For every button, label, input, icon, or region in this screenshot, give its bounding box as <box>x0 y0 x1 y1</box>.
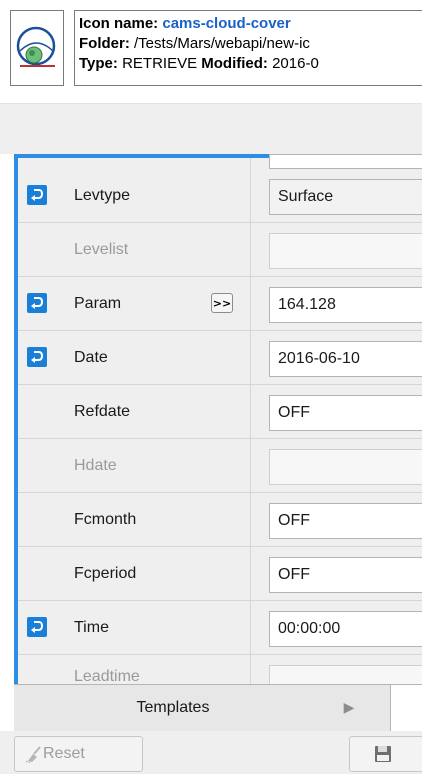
param-row-date: Date 2016-06-10 <box>18 331 422 385</box>
parameter-editor: Levtype Surface Levelist Param >> 164.128 Date… <box>14 154 422 684</box>
param-label-cell: Fcmonth <box>18 493 251 546</box>
folder-label: Folder: <box>79 35 130 52</box>
folder-value: /Tests/Mars/webapi/new-ic <box>134 35 310 52</box>
param-label-cell: Levelist <box>18 223 251 276</box>
type-label: Type: <box>79 55 118 72</box>
param-value-param[interactable]: 164.128 <box>269 287 422 323</box>
mars-retrieve-icon <box>16 26 56 67</box>
save-button[interactable] <box>349 736 422 772</box>
param-label-cell: Fcperiod <box>18 547 251 600</box>
param-label: Levelist <box>74 241 129 258</box>
floppy-disk-icon <box>374 745 392 767</box>
templates-label[interactable]: Templates <box>14 685 388 731</box>
param-label: Fcperiod <box>74 565 137 582</box>
param-row-refdate: Refdate OFF <box>18 385 422 439</box>
param-value-cell <box>251 223 422 276</box>
reset-param-icon[interactable] <box>27 185 47 205</box>
bottom-toolbar: Reset <box>0 731 422 774</box>
param-label: Levtype <box>74 187 131 204</box>
param-value-cell: 164.128 <box>251 277 422 330</box>
reset-param-icon[interactable] <box>27 293 47 313</box>
param-row-cut <box>18 154 422 169</box>
param-row-hdate: Hdate <box>18 439 422 493</box>
type-value: RETRIEVE <box>122 55 198 72</box>
param-row-fcmonth: Fcmonth OFF <box>18 493 422 547</box>
icon-name-label: Icon name: <box>79 15 159 32</box>
param-value-refdate[interactable]: OFF <box>269 395 422 431</box>
templates-side-panel <box>390 685 422 731</box>
icon-name-value: cams-cloud-cover <box>162 15 291 32</box>
param-label: Leadtime <box>74 668 140 684</box>
param-value-cell: 2016-06-10 <box>251 331 422 384</box>
param-row-fcperiod: Fcperiod OFF <box>18 547 422 601</box>
param-value-fcmonth[interactable]: OFF <box>269 503 422 539</box>
param-value-cell: OFF <box>251 547 422 600</box>
param-label: Fcmonth <box>74 511 137 528</box>
param-label: Param <box>74 295 122 312</box>
type-line: Type: RETRIEVE Modified: 2016-0 <box>79 54 422 74</box>
icon-preview <box>10 10 64 86</box>
icon-name-line: Icon name: cams-cloud-cover <box>79 14 422 34</box>
param-label-cell: Leadtime <box>18 655 251 684</box>
expand-param-button[interactable]: >> <box>211 293 233 313</box>
reset-param-icon[interactable] <box>27 347 47 367</box>
param-row-levelist: Levelist <box>18 223 422 277</box>
templates-bar[interactable]: Templates ▶ <box>14 684 422 731</box>
reset-button[interactable]: Reset <box>14 736 143 772</box>
param-label-cell: Time <box>18 601 251 654</box>
param-value-date[interactable]: 2016-06-10 <box>269 341 422 377</box>
folder-line: Folder: /Tests/Mars/webapi/new-ic <box>79 34 422 54</box>
param-value-cell: OFF <box>251 385 422 438</box>
param-value-leadtime <box>269 665 422 684</box>
param-value-time[interactable]: 00:00:00 <box>269 611 422 647</box>
param-row-time: Time 00:00:00 <box>18 601 422 655</box>
param-label: Hdate <box>74 457 117 474</box>
panel-spacer <box>0 104 422 154</box>
param-label-cell: Refdate <box>18 385 251 438</box>
param-value-cell <box>251 439 422 492</box>
param-label-cell: Hdate <box>18 439 251 492</box>
modified-value: 2016-0 <box>272 55 319 72</box>
templates-arrow-icon[interactable]: ▶ <box>334 685 364 731</box>
param-value-levtype[interactable]: Surface <box>269 179 422 215</box>
param-value-cell <box>251 655 422 684</box>
param-row-levtype: Levtype Surface <box>18 169 422 223</box>
param-value-cell: Surface <box>251 169 422 222</box>
icon-info-panel: Icon name: cams-cloud-cover Folder: /Tes… <box>0 0 422 104</box>
reset-param-icon[interactable] <box>27 617 47 637</box>
param-label-cell: Param >> <box>18 277 251 330</box>
param-value-cell <box>251 154 422 169</box>
param-label: Date <box>74 349 108 366</box>
icon-info-text: Icon name: cams-cloud-cover Folder: /Tes… <box>74 10 422 86</box>
reset-label: Reset <box>43 745 85 762</box>
broom-icon <box>25 745 43 768</box>
param-value-fcperiod[interactable]: OFF <box>269 557 422 593</box>
param-label: Time <box>74 619 109 636</box>
param-value-cell: 00:00:00 <box>251 601 422 654</box>
param-label-cell <box>18 158 251 169</box>
param-row-param: Param >> 164.128 <box>18 277 422 331</box>
param-value-cut[interactable] <box>269 154 422 169</box>
param-value-hdate <box>269 449 422 485</box>
param-label-cell: Date <box>18 331 251 384</box>
parameter-rows: Levtype Surface Levelist Param >> 164.128 Date… <box>18 154 422 684</box>
param-row-leadtime: Leadtime <box>18 655 422 684</box>
param-label-cell: Levtype <box>18 169 251 222</box>
param-value-cell: OFF <box>251 493 422 546</box>
param-label: Refdate <box>74 403 131 420</box>
param-value-levelist <box>269 233 422 269</box>
modified-label: Modified: <box>201 55 268 72</box>
